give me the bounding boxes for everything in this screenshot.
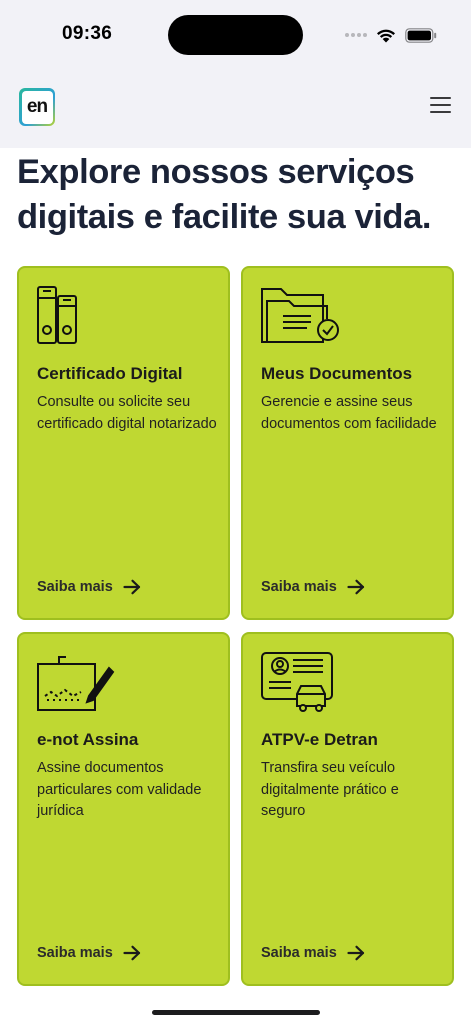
status-time: 09:36 bbox=[62, 23, 113, 44]
card-e-not-assina[interactable]: e-not Assina Assine documentos particula… bbox=[17, 632, 230, 986]
saiba-mais-link[interactable]: Saiba mais bbox=[37, 945, 141, 961]
saiba-mais-link[interactable]: Saiba mais bbox=[37, 579, 141, 595]
app-logo[interactable]: en bbox=[19, 88, 55, 126]
card-certificado-digital[interactable]: Certificado Digital Consulte ou solicite… bbox=[17, 266, 230, 620]
binders-icon bbox=[37, 286, 77, 344]
arrow-right-icon bbox=[123, 945, 140, 961]
hamburger-menu-icon[interactable] bbox=[430, 97, 451, 113]
card-description: Assine documentos particulares com valid… bbox=[37, 760, 202, 819]
saiba-mais-link[interactable]: Saiba mais bbox=[261, 945, 365, 961]
arrow-right-icon bbox=[347, 945, 364, 961]
arrow-right-icon bbox=[347, 579, 364, 595]
card-description: Gerencie e assine seus documentos com fa… bbox=[261, 394, 437, 432]
card-title: Certificado Digital bbox=[37, 364, 183, 383]
services-grid: Certificado Digital Consulte ou solicite… bbox=[17, 266, 454, 986]
card-description: Consulte ou solicite seu certificado dig… bbox=[37, 394, 217, 432]
card-title: Meus Documentos bbox=[261, 364, 413, 383]
arrow-right-icon bbox=[123, 579, 140, 595]
link-label: Saiba mais bbox=[37, 945, 113, 961]
app-header: en bbox=[0, 70, 471, 148]
status-bar: 09:36 bbox=[0, 0, 471, 70]
cellular-signal-icon bbox=[345, 33, 367, 37]
folder-check-icon bbox=[261, 288, 339, 343]
link-label: Saiba mais bbox=[37, 579, 113, 595]
logo-text: en bbox=[21, 90, 53, 124]
card-meus-documentos[interactable]: Meus Documentos Gerencie e assine seus d… bbox=[241, 266, 454, 620]
battery-icon bbox=[405, 27, 437, 43]
page-title: Explore nossos serviços digitais e facil… bbox=[17, 153, 432, 236]
card-title: e-not Assina bbox=[37, 730, 139, 749]
card-title: ATPV-e Detran bbox=[261, 730, 378, 749]
signature-pen-icon bbox=[37, 656, 115, 711]
status-icons bbox=[345, 24, 437, 46]
vehicle-document-icon bbox=[261, 652, 333, 712]
home-indicator[interactable] bbox=[152, 1010, 320, 1015]
link-label: Saiba mais bbox=[261, 945, 337, 961]
link-label: Saiba mais bbox=[261, 579, 337, 595]
dynamic-island bbox=[168, 15, 303, 55]
saiba-mais-link[interactable]: Saiba mais bbox=[261, 579, 365, 595]
wifi-icon bbox=[377, 29, 395, 42]
card-atpv-e-detran[interactable]: ATPV-e Detran Transfira seu veículo digi… bbox=[241, 632, 454, 986]
card-description: Transfira seu veículo digitalmente práti… bbox=[261, 760, 399, 819]
